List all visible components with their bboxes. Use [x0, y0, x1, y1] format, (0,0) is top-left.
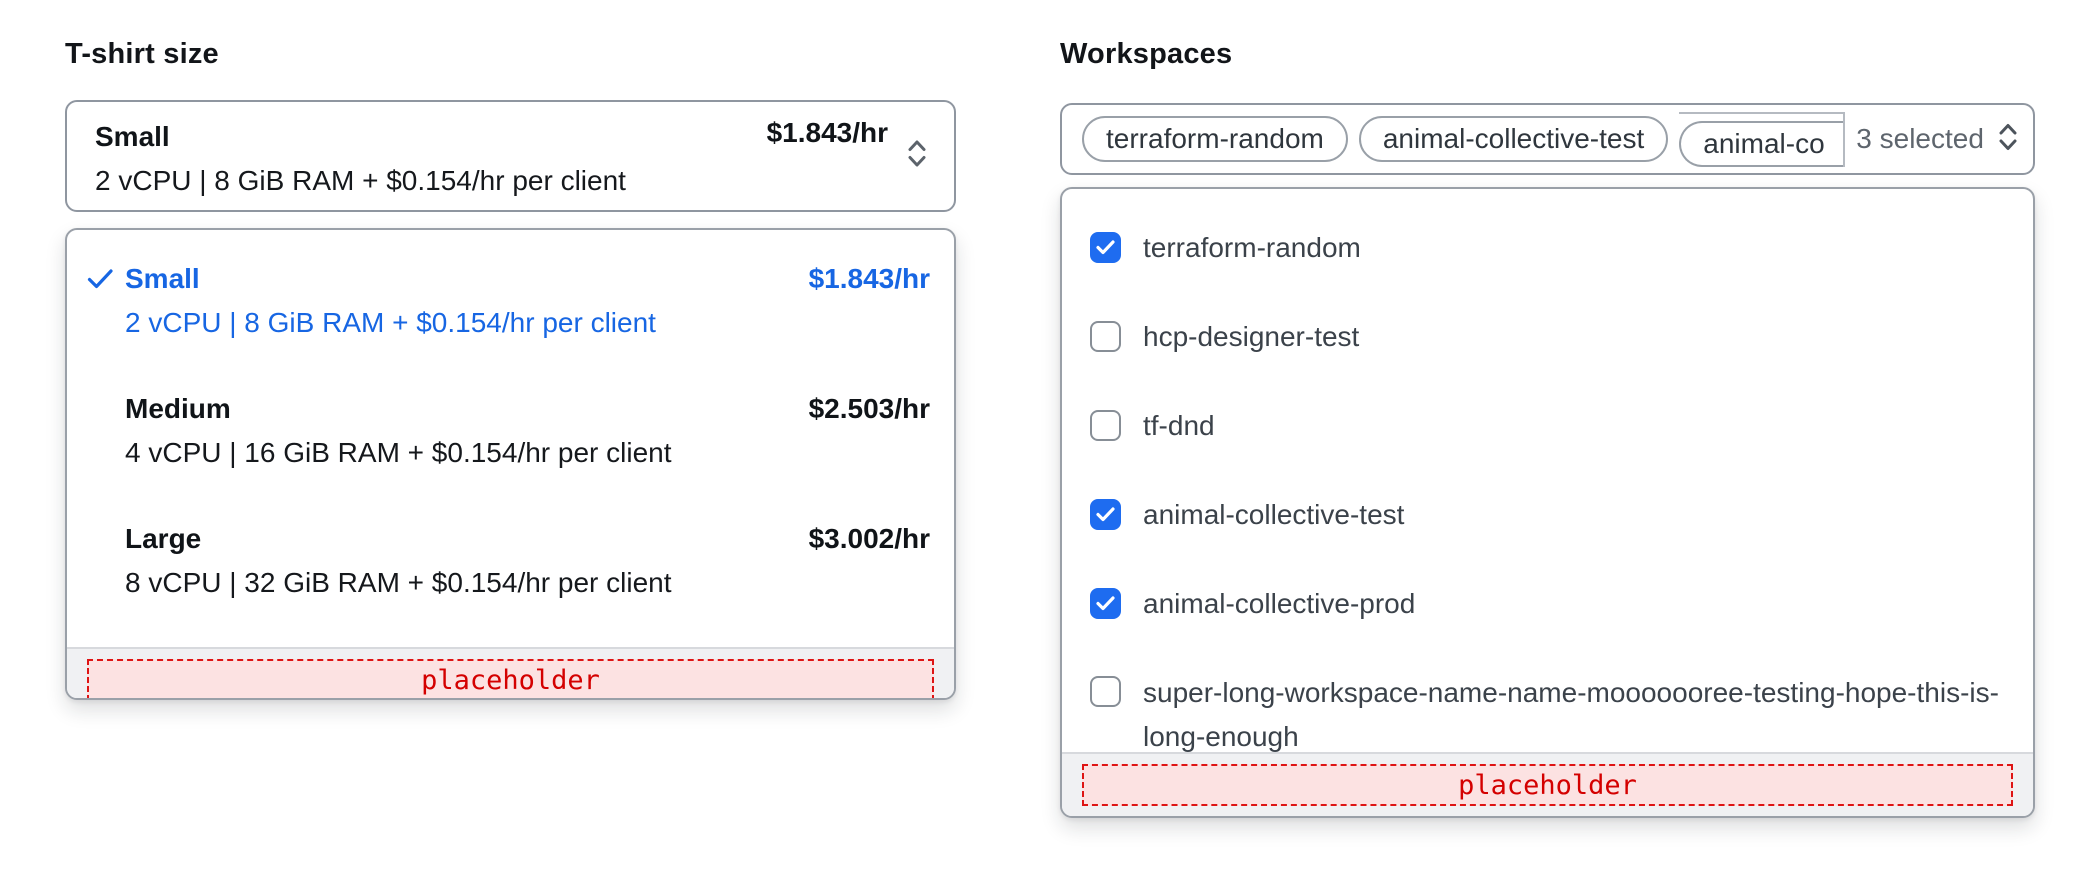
checkbox-unchecked[interactable] — [1090, 321, 1121, 352]
workspace-option[interactable]: animal-collective-prod — [1090, 559, 2005, 648]
checkbox-checked[interactable] — [1090, 588, 1121, 619]
workspace-pill: animal-collective-test — [1358, 116, 1669, 162]
workspace-option[interactable]: animal-collective-test — [1090, 470, 2005, 559]
selected-size-description: 2 vCPU | 8 GiB RAM + $0.154/hr per clien… — [95, 165, 626, 196]
workspaces-multiselect-trigger[interactable]: terraform-random animal-collective-test … — [1060, 103, 2035, 175]
selected-count: 3 selected — [1856, 123, 1984, 154]
option-description: 8 vCPU | 32 GiB RAM + $0.154/hr per clie… — [125, 567, 672, 598]
checkbox-unchecked[interactable] — [1090, 676, 1121, 707]
workspace-name: tf-dnd — [1143, 409, 1215, 441]
page: T-shirt size Small 2 vCPU | 8 GiB RAM + … — [0, 0, 2080, 872]
check-placeholder — [87, 387, 125, 431]
selected-size-price: $1.843/hr — [766, 117, 888, 148]
workspace-name: terraform-random — [1143, 231, 1361, 263]
checkbox-unchecked[interactable] — [1090, 410, 1121, 441]
caret-sort-icon — [1995, 122, 2021, 157]
workspace-name: hcp-designer-test — [1143, 320, 1360, 352]
workspace-option[interactable]: hcp-designer-test — [1090, 292, 2005, 381]
option-name: Small — [125, 263, 200, 294]
workspaces-options: terraform-random hcp-designer-test tf-dn… — [1062, 189, 2033, 752]
caret-sort-icon — [904, 139, 930, 174]
checkbox-checked[interactable] — [1090, 499, 1121, 530]
listbox-footer: placeholder — [67, 647, 954, 698]
size-option-large[interactable]: Large $3.002/hr 8 vCPU | 32 GiB RAM + $0… — [87, 517, 930, 605]
option-price: $2.503/hr — [808, 393, 930, 424]
workspace-option[interactable]: tf-dnd — [1090, 381, 2005, 470]
workspace-pill: terraform-random — [1082, 116, 1348, 162]
option-price: $1.843/hr — [808, 263, 930, 294]
workspaces-label: Workspaces — [1060, 38, 1233, 70]
workspace-option[interactable]: terraform-random — [1090, 203, 2005, 292]
workspace-name: animal-collective-test — [1143, 498, 1405, 530]
tshirt-size-options: Small $1.843/hr 2 vCPU | 8 GiB RAM + $0.… — [67, 230, 954, 647]
size-option-small[interactable]: Small $1.843/hr 2 vCPU | 8 GiB RAM + $0.… — [87, 257, 930, 345]
workspace-pill-clipped-text: animal-co — [1679, 120, 1844, 167]
tshirt-size-label: T-shirt size — [65, 38, 219, 70]
checkbox-checked[interactable] — [1090, 232, 1121, 263]
workspace-pill-clipped: animal-co — [1679, 111, 1846, 167]
check-placeholder — [87, 517, 125, 561]
footer-placeholder-block: placeholder — [1082, 764, 2013, 806]
footer-placeholder-block: placeholder — [87, 659, 934, 698]
workspace-name: super-long-workspace-name-name-moooooore… — [1143, 677, 1999, 752]
workspace-name: animal-collective-prod — [1143, 587, 1416, 619]
option-name: Medium — [125, 393, 231, 424]
option-description: 4 vCPU | 16 GiB RAM + $0.154/hr per clie… — [125, 437, 672, 468]
option-description: 2 vCPU | 8 GiB RAM + $0.154/hr per clien… — [125, 307, 656, 338]
workspaces-listbox: terraform-random hcp-designer-test tf-dn… — [1060, 187, 2035, 818]
option-price: $3.002/hr — [808, 523, 930, 554]
tshirt-size-select-trigger[interactable]: Small 2 vCPU | 8 GiB RAM + $0.154/hr per… — [65, 100, 956, 212]
size-option-medium[interactable]: Medium $2.503/hr 4 vCPU | 16 GiB RAM + $… — [87, 387, 930, 475]
option-name: Large — [125, 523, 202, 554]
check-icon — [87, 257, 125, 301]
workspace-option[interactable]: super-long-workspace-name-name-moooooore… — [1090, 648, 2005, 752]
listbox-footer: placeholder — [1062, 752, 2033, 816]
tshirt-size-listbox: Small $1.843/hr 2 vCPU | 8 GiB RAM + $0.… — [65, 228, 956, 700]
